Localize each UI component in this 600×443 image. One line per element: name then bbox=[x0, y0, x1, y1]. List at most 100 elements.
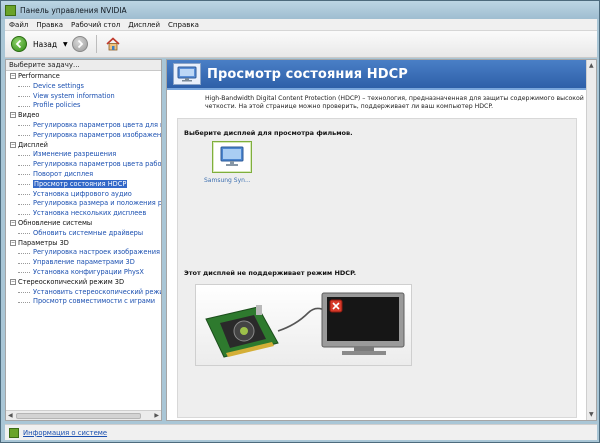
tree-item[interactable]: Поворот дисплея bbox=[6, 170, 161, 180]
tree-item-label: Обновить системные драйверы bbox=[33, 228, 144, 237]
scroll-down-icon[interactable]: ▼ bbox=[589, 411, 594, 418]
app-window: Панель управления NVIDIA Файл Правка Раб… bbox=[0, 0, 600, 443]
menu-edit[interactable]: Правка bbox=[32, 21, 67, 29]
task-panel-header: Выберите задачу... bbox=[6, 60, 161, 71]
scroll-left-icon[interactable]: ◀ bbox=[8, 412, 13, 419]
tree-item[interactable]: View system information bbox=[6, 92, 161, 102]
tree-item-label: Device settings bbox=[33, 81, 84, 90]
hdcp-not-supported-label: Этот дисплей не поддерживает режим HDCP. bbox=[184, 269, 357, 277]
tree-item[interactable]: Регулировка параметров цвета рабочег bbox=[6, 160, 161, 170]
task-panel: Выберите задачу... − Performance Device se… bbox=[5, 59, 162, 421]
toolbar: Назад ▼ bbox=[5, 31, 597, 58]
tree-item-label: Изменение разрешения bbox=[33, 150, 117, 159]
menu-bar: Файл Правка Рабочий стол Дисплей Справка bbox=[5, 19, 597, 31]
title-bar: Панель управления NVIDIA bbox=[1, 1, 599, 19]
tree-item-label: Дисплей bbox=[18, 140, 48, 149]
system-info-link[interactable]: Информация о системе bbox=[23, 429, 107, 437]
tree-category[interactable]: − Дисплей bbox=[6, 141, 161, 151]
tree-item[interactable]: Просмотр совместимости с играми bbox=[6, 297, 161, 307]
tree-category[interactable]: − Параметры 3D bbox=[6, 239, 161, 249]
back-button[interactable] bbox=[11, 36, 27, 52]
tree-item-label: View system information bbox=[33, 91, 115, 100]
task-tree: − Performance Device settings View system i… bbox=[6, 72, 161, 408]
display-cable bbox=[277, 307, 327, 332]
graphics-card-icon bbox=[205, 305, 279, 358]
tree-item-label: Просмотр состояния HDCP bbox=[33, 179, 128, 188]
tree-item[interactable]: Установка нескольких дисплеев bbox=[6, 209, 161, 219]
collapse-icon[interactable]: − bbox=[10, 219, 16, 226]
tree-item-label: Profile policies bbox=[33, 101, 81, 110]
content-panel: Просмотр состояния HDCP High-Bandwidth D… bbox=[166, 59, 597, 421]
page-title: Просмотр состояния HDCP bbox=[207, 66, 408, 82]
display-name[interactable]: Samsung Syn... bbox=[204, 177, 251, 184]
tree-category[interactable]: − Обновление системы bbox=[6, 219, 161, 229]
tree-category[interactable]: − Стереоскопический режим 3D bbox=[6, 278, 161, 288]
tree-item[interactable]: Просмотр состояния HDCP bbox=[6, 179, 161, 190]
tree-item[interactable]: Изменение разрешения bbox=[6, 150, 161, 160]
tree-category[interactable]: − Видео bbox=[6, 111, 161, 121]
hdcp-unsupported-monitor-icon bbox=[321, 292, 405, 355]
tree-item-label: Установить стереоскопический режим 3 bbox=[33, 287, 161, 296]
tree-item[interactable]: Регулировка параметров цвета для вид bbox=[6, 121, 161, 131]
tree-item-label: Управление параметрами 3D bbox=[33, 258, 135, 267]
tree-item-label: Установка цифрового аудио bbox=[33, 189, 132, 198]
tree-item-label: Регулировка параметров цвета рабочег bbox=[33, 160, 161, 169]
tree-item-label: Параметры 3D bbox=[18, 238, 69, 247]
hdcp-content-area: Выберите дисплей для просмотра фильмов. … bbox=[177, 118, 577, 418]
tree-item[interactable]: Установка цифрового аудио bbox=[6, 190, 161, 200]
select-display-label: Выберите дисплей для просмотра фильмов. bbox=[184, 129, 353, 137]
hdcp-monitor-icon bbox=[173, 63, 201, 85]
tree-item[interactable]: Обновить системные драйверы bbox=[6, 229, 161, 239]
arrow-left-icon bbox=[15, 39, 22, 49]
tree-item-label: Установка конфигурации PhysX bbox=[33, 267, 144, 276]
content-scrollbar[interactable]: ▲ ▼ bbox=[586, 60, 596, 420]
display-icon bbox=[220, 146, 244, 166]
tree-item[interactable]: Регулировка размера и положения рабо bbox=[6, 199, 161, 209]
tree-item-label: Регулировка параметров цвета для вид bbox=[33, 120, 161, 129]
menu-display[interactable]: Дисплей bbox=[124, 21, 164, 29]
forward-button[interactable] bbox=[71, 36, 88, 52]
scrollbar-thumb[interactable] bbox=[16, 413, 141, 419]
tree-item[interactable]: Profile policies bbox=[6, 101, 161, 111]
tree-item[interactable]: Установить стереоскопический режим 3 bbox=[6, 288, 161, 298]
back-label[interactable]: Назад bbox=[33, 40, 57, 49]
status-bar: Информация о системе bbox=[5, 424, 597, 440]
system-info-icon bbox=[9, 427, 19, 438]
tree-item[interactable]: Установка конфигурации PhysX bbox=[6, 268, 161, 278]
tree-item[interactable]: Device settings bbox=[6, 82, 161, 92]
tree-item-label: Регулировка параметров изображения д bbox=[33, 130, 161, 139]
tree-item-label: Поворот дисплея bbox=[33, 169, 94, 178]
task-tree-scrollbar[interactable]: ◀ ▶ bbox=[6, 410, 161, 420]
tree-category[interactable]: − Performance bbox=[6, 72, 161, 82]
menu-desktop[interactable]: Рабочий стол bbox=[67, 21, 124, 29]
tree-item-label: Регулировка настроек изображения с пр bbox=[33, 248, 161, 257]
nvidia-logo-icon bbox=[5, 4, 16, 16]
tree-item-label: Стереоскопический режим 3D bbox=[18, 277, 125, 286]
collapse-icon[interactable]: − bbox=[10, 141, 16, 148]
display-samsung-tile[interactable] bbox=[212, 141, 252, 173]
window-title: Панель управления NVIDIA bbox=[20, 5, 127, 15]
page-header: Просмотр состояния HDCP bbox=[167, 60, 586, 90]
scroll-up-icon[interactable]: ▲ bbox=[589, 62, 594, 69]
home-icon bbox=[106, 37, 120, 51]
home-button[interactable] bbox=[105, 36, 121, 52]
tree-item-label: Регулировка размера и положения рабо bbox=[33, 199, 161, 208]
back-history-dropdown[interactable]: ▼ bbox=[63, 41, 68, 48]
tree-item[interactable]: Регулировка параметров изображения д bbox=[6, 131, 161, 141]
collapse-icon[interactable]: − bbox=[10, 278, 16, 285]
tree-item-label: Performance bbox=[18, 72, 60, 80]
menu-help[interactable]: Справка bbox=[164, 21, 203, 29]
page-description: High-Bandwidth Digital Content Protectio… bbox=[205, 95, 584, 110]
scroll-right-icon[interactable]: ▶ bbox=[154, 412, 159, 419]
collapse-icon[interactable]: − bbox=[10, 112, 16, 119]
collapse-icon[interactable]: − bbox=[10, 73, 16, 79]
hdcp-status-illustration bbox=[195, 284, 412, 366]
tree-item-label: Просмотр совместимости с играми bbox=[33, 297, 156, 306]
collapse-icon[interactable]: − bbox=[10, 239, 16, 246]
toolbar-separator bbox=[95, 35, 97, 53]
tree-item-label: Видео bbox=[18, 111, 40, 120]
tree-item-label: Установка нескольких дисплеев bbox=[33, 209, 147, 218]
tree-item[interactable]: Регулировка настроек изображения с пр bbox=[6, 248, 161, 258]
menu-file[interactable]: Файл bbox=[5, 21, 32, 29]
tree-item[interactable]: Управление параметрами 3D bbox=[6, 258, 161, 268]
